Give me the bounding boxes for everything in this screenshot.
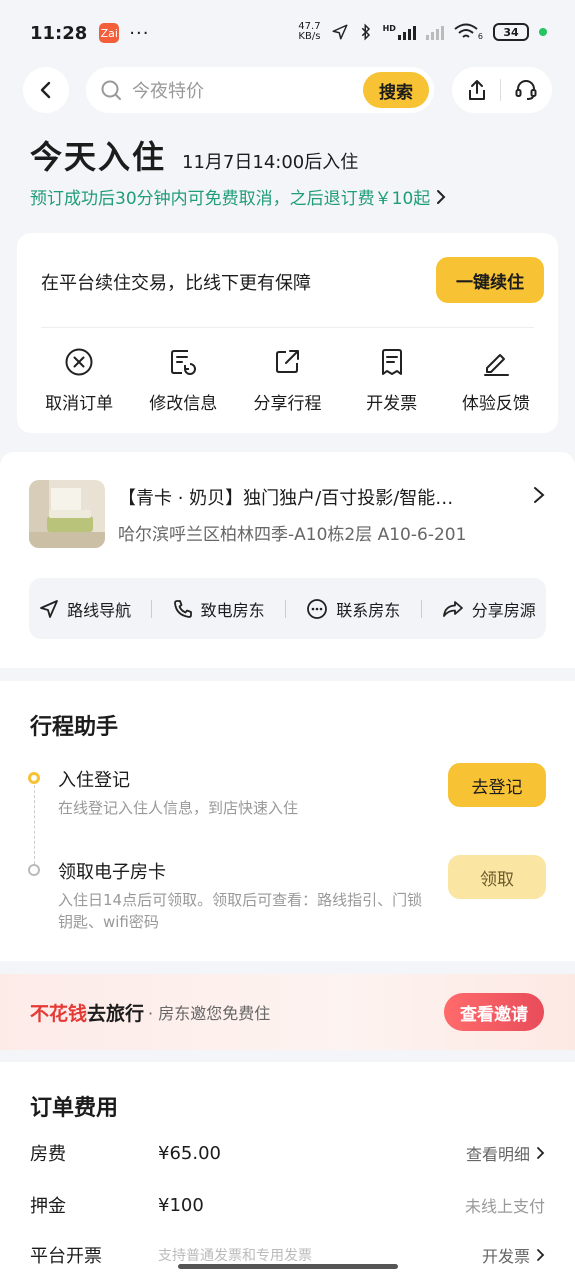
share-trip-icon [270, 345, 304, 379]
hotel-card: 【青卡 · 奶贝】独门独户/百寸投影/智能… 哈尔滨呼兰区柏林四季-A10栋2层… [0, 452, 575, 668]
cancel-policy-link[interactable]: 预订成功后30分钟内可免费取消，之后退订费￥10起 [30, 184, 446, 209]
hotel-actions: 路线导航 致电房东 联系房东 分享房源 [29, 578, 546, 639]
fee-label: 房费 [30, 1144, 66, 1165]
contact-host-button[interactable]: 联系房东 [306, 597, 400, 621]
divider [284, 599, 286, 618]
fee-value: ¥65.00 [158, 1142, 221, 1164]
deposit-status: 未线上支付 [464, 1197, 545, 1216]
hotel-name[interactable]: 【青卡 · 奶贝】独门独户/百寸投影/智能… [118, 484, 518, 510]
renew-button[interactable]: 一键续住 [436, 257, 544, 303]
renew-text: 在平台续住交易，比线下更有保障 [41, 273, 311, 294]
section-title: 行程助手 [30, 715, 119, 740]
back-button[interactable] [23, 67, 69, 113]
location-icon [332, 24, 348, 40]
timeline-line [34, 785, 35, 869]
back-arrow-icon [40, 81, 51, 99]
action-label: 修改信息 [149, 394, 218, 414]
status-icons: 47.7 KB/s HD 6 34 [298, 22, 547, 42]
action-feedback[interactable]: 体验反馈 [451, 345, 541, 414]
get-room-card-button[interactable]: 领取 [448, 855, 546, 899]
trip-assistant: 行程助手 入住登记 在线登记入住人信息，到店快速入住 去登记 领取电子房卡 入住… [0, 681, 575, 961]
share-listing-button[interactable]: 分享房源 [442, 597, 536, 621]
hotel-photo[interactable] [29, 480, 105, 548]
divider [500, 79, 502, 101]
action-label: 开发票 [366, 394, 418, 414]
view-invite-button[interactable]: 查看邀请 [444, 993, 544, 1031]
divider [41, 327, 534, 328]
battery-icon: 34 [493, 23, 529, 41]
search-bar[interactable]: 今夜特价 搜索 [86, 67, 434, 113]
chevron-right-icon [437, 189, 446, 204]
checkin-header: 今天入住 11月7日14:00后入住 [30, 132, 358, 178]
bluetooth-icon [361, 23, 370, 41]
invoice-icon [375, 345, 409, 379]
hotel-address: 哈尔滨呼兰区柏林四季-A10栋2层 A10-6-201 [118, 525, 467, 545]
share-icon[interactable] [466, 79, 488, 101]
action-edit-info[interactable]: 修改信息 [138, 345, 228, 414]
fee-value: ¥100 [158, 1194, 204, 1216]
checkin-time: 11月7日14:00后入住 [182, 152, 359, 173]
chevron-right-icon[interactable] [533, 486, 545, 504]
status-bar: 11:28 Zai ··· 47.7 KB/s HD 6 34 [0, 0, 575, 66]
edit-info-icon [166, 345, 200, 379]
fee-note: 支持普通发票和专用发票 [158, 1248, 312, 1264]
fee-label: 押金 [30, 1196, 66, 1217]
share-service-group [452, 67, 552, 113]
divider [420, 599, 422, 618]
search-input[interactable]: 今夜特价 [132, 77, 363, 103]
search-icon [101, 80, 121, 100]
cell-signal-2-icon [425, 24, 444, 40]
top-nav: 今夜特价 搜索 [0, 66, 575, 116]
wifi-icon: 6 [454, 23, 483, 41]
step-title: 领取电子房卡 [58, 862, 166, 883]
fee-row-room: 房费 ¥65.00 查看明细 [30, 1138, 545, 1168]
fee-label: 平台开票 [30, 1246, 102, 1267]
promo-subtitle: · 房东邀您免费住 [148, 1004, 271, 1023]
call-host-button[interactable]: 致电房东 [173, 597, 265, 621]
navigation-button[interactable]: 路线导航 [39, 597, 131, 621]
home-indicator[interactable] [178, 1264, 398, 1269]
register-button[interactable]: 去登记 [448, 763, 546, 807]
step-desc: 入住日14点后可领取。领取后可查看：路线指引、门锁钥匙、wifi密码 [58, 891, 423, 931]
more-notifications-icon: ··· [129, 22, 150, 44]
fee-row-deposit: 押金 ¥100 未线上支付 [30, 1190, 545, 1220]
customer-service-icon[interactable] [514, 78, 538, 102]
action-label: 取消订单 [45, 394, 114, 414]
promo-title: 去旅行 [87, 1002, 145, 1025]
step-desc: 在线登记入住人信息，到店快速入住 [58, 799, 299, 817]
navigation-icon [40, 599, 59, 618]
promo-highlight: 不花钱 [30, 1002, 88, 1025]
phone-icon [173, 599, 192, 618]
action-invoice[interactable]: 开发票 [347, 345, 437, 414]
share-icon [442, 600, 463, 617]
renew-card: 在平台续住交易，比线下更有保障 一键续住 取消订单 修改信息 分享行程 开发票 [17, 233, 558, 433]
checkin-title: 今天入住 [30, 138, 167, 176]
privacy-indicator [539, 28, 547, 36]
chevron-right-icon [537, 1147, 545, 1159]
cell-signal-icon: HD [383, 24, 416, 40]
action-cancel-order[interactable]: 取消订单 [34, 345, 124, 414]
order-fees: 订单费用 房费 ¥65.00 查看明细 押金 ¥100 未线上支付 平台开票 支… [0, 1062, 575, 1280]
view-details-link[interactable]: 查看明细 [466, 1141, 545, 1165]
section-title: 订单费用 [30, 1096, 119, 1121]
promo-banner[interactable]: 不花钱 去旅行 · 房东邀您免费住 查看邀请 [0, 974, 575, 1050]
app-notification-icon: Zai [99, 23, 120, 43]
step-title: 入住登记 [58, 770, 130, 791]
timeline-dot-active [28, 772, 40, 784]
order-actions: 取消订单 修改信息 分享行程 开发票 体验反馈 [17, 345, 558, 414]
divider [151, 599, 153, 618]
invoice-link[interactable]: 开发票 [482, 1243, 545, 1267]
network-speed: 47.7 KB/s [298, 21, 321, 42]
feedback-icon [479, 345, 513, 379]
status-time: 11:28 [30, 22, 88, 44]
action-label: 分享行程 [253, 394, 322, 414]
chevron-right-icon [537, 1249, 545, 1261]
chat-icon [307, 598, 328, 619]
timeline-dot [28, 864, 40, 876]
action-label: 体验反馈 [461, 394, 530, 414]
action-share-trip[interactable]: 分享行程 [242, 345, 332, 414]
search-button[interactable]: 搜索 [363, 72, 429, 108]
cancel-order-icon [62, 345, 96, 379]
